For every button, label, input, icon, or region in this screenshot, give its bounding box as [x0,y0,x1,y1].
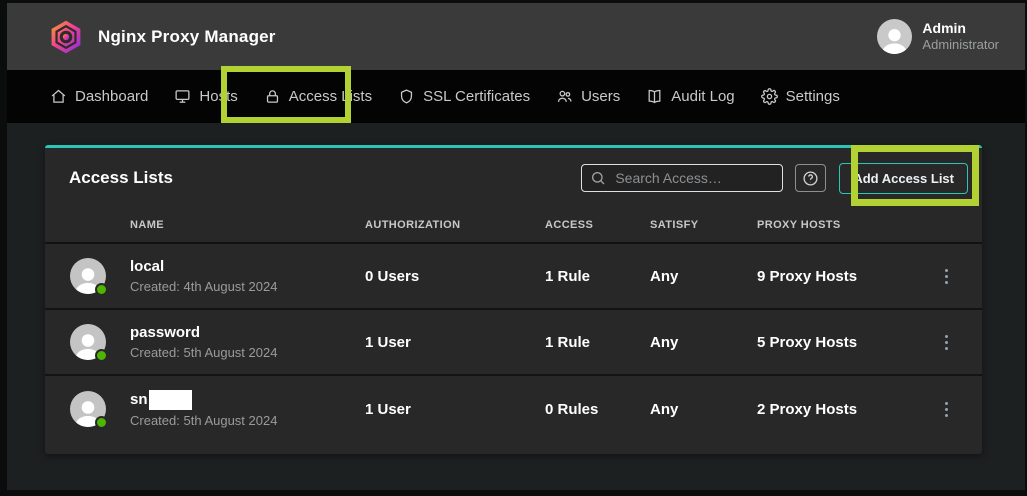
nav-item-dashboard[interactable]: Dashboard [50,88,148,105]
access-list-name: local [130,258,365,276]
row-actions-menu-icon[interactable] [934,328,958,356]
avatar [70,324,106,360]
panel-header: Access Lists Add Access List [45,148,982,208]
access-list-name: password [130,324,365,342]
satisfy-cell: Any [650,401,757,418]
book-icon [646,88,663,105]
table-row[interactable]: password Created: 5th August 2024 1 User… [45,310,982,376]
screen: Nginx Proxy Manager Admin Administrator … [0,0,1027,496]
online-status-dot [95,349,108,362]
satisfy-cell: Any [650,268,757,285]
gear-icon [761,88,778,105]
column-header-access: ACCESS [545,219,650,231]
nav-item-users[interactable]: Users [556,88,620,105]
column-header-proxy-hosts: PROXY HOSTS [757,219,934,231]
user-name: Admin [922,20,999,38]
column-header-authorization: AUTHORIZATION [365,219,545,231]
search-input[interactable] [581,164,783,192]
column-header-name: NAME [130,219,365,231]
created-date: Created: 4th August 2024 [130,279,365,294]
app-header: Nginx Proxy Manager Admin Administrator [7,3,1025,70]
authorization-cell: 1 User [365,334,545,351]
user-menu[interactable]: Admin Administrator [877,19,999,54]
shield-icon [398,88,415,105]
search-icon [590,170,606,186]
online-status-dot [95,416,108,429]
add-access-list-button[interactable]: Add Access List [839,163,968,194]
users-icon [556,88,573,105]
row-actions-menu-icon[interactable] [934,395,958,423]
help-icon [802,170,819,187]
search-box [581,164,783,192]
nav-label: Audit Log [671,88,734,105]
app-logo-icon [48,19,84,55]
redaction-box [149,390,192,410]
avatar [70,258,106,294]
table-header: NAME AUTHORIZATION ACCESS SATISFY PROXY … [45,208,982,244]
help-button[interactable] [795,164,826,192]
page-title: Access Lists [69,168,173,188]
nav-label: Dashboard [75,88,148,105]
access-lists-panel: Access Lists Add Access List NAME AUTHOR… [45,145,982,454]
online-status-dot [95,283,108,296]
authorization-cell: 0 Users [365,268,545,285]
page-content: Access Lists Add Access List NAME AUTHOR… [7,123,1025,454]
main-nav: Dashboard Hosts Access Lists SSL Certifi… [7,70,1025,123]
table-row[interactable]: sn Created: 5th August 2024 1 User 0 Rul… [45,376,982,442]
nav-label: Settings [786,88,840,105]
user-role: Administrator [922,37,999,53]
proxy-hosts-cell: 5 Proxy Hosts [757,334,934,351]
row-actions-menu-icon[interactable] [934,262,958,290]
access-cell: 0 Rules [545,401,650,418]
satisfy-cell: Any [650,334,757,351]
avatar [70,391,106,427]
monitor-icon [174,88,191,105]
app-window: Nginx Proxy Manager Admin Administrator … [7,3,1025,490]
user-avatar [877,19,912,54]
nav-label: Hosts [199,88,237,105]
nav-item-hosts[interactable]: Hosts [174,88,237,105]
column-header-satisfy: SATISFY [650,219,757,231]
nav-label: Access Lists [289,88,372,105]
nav-item-audit-log[interactable]: Audit Log [646,88,734,105]
created-date: Created: 5th August 2024 [130,413,365,428]
proxy-hosts-cell: 2 Proxy Hosts [757,401,934,418]
access-cell: 1 Rule [545,334,650,351]
nav-label: Users [581,88,620,105]
home-icon [50,88,67,105]
nav-item-settings[interactable]: Settings [761,88,840,105]
access-list-name: sn [130,391,148,409]
table-row[interactable]: local Created: 4th August 2024 0 Users 1… [45,244,982,310]
authorization-cell: 1 User [365,401,545,418]
lock-icon [264,88,281,105]
nav-item-access-lists[interactable]: Access Lists [264,88,372,105]
nav-label: SSL Certificates [423,88,530,105]
access-cell: 1 Rule [545,268,650,285]
proxy-hosts-cell: 9 Proxy Hosts [757,268,934,285]
created-date: Created: 5th August 2024 [130,345,365,360]
app-title: Nginx Proxy Manager [98,27,276,47]
nav-item-ssl-certificates[interactable]: SSL Certificates [398,88,530,105]
